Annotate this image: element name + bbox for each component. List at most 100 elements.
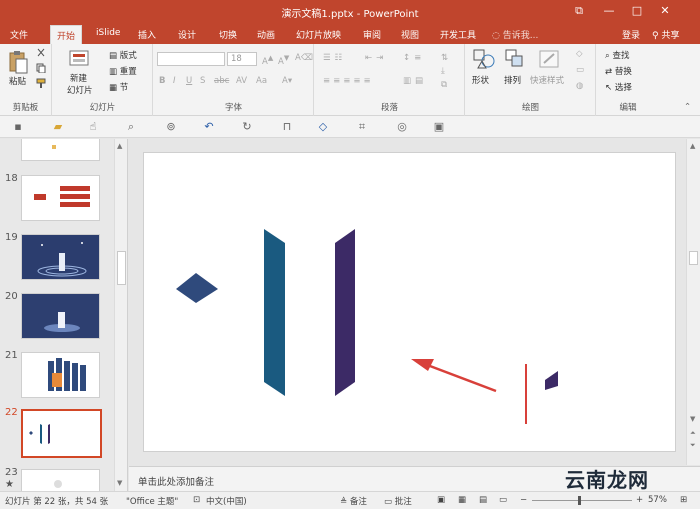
clear-format-icon[interactable]: A⌫ [295,53,313,63]
quick-styles-icon[interactable] [538,48,562,70]
arrange-label[interactable]: 排列 [504,74,521,86]
scroll-down-icon-2[interactable]: ▼ [690,415,695,423]
shape-fill-icon[interactable]: ◇ [576,49,583,59]
slide-thumb-23[interactable] [21,469,100,491]
indent-icon[interactable]: ⇤⇥ [365,53,387,63]
print-preview-icon[interactable]: ⌕ [124,120,138,134]
save-icon[interactable]: ▪ [11,120,25,134]
sorter-view-icon[interactable]: ▦ [458,495,466,505]
zoom-in-icon[interactable]: + [636,495,643,505]
bullets-icon[interactable]: ☰☷ [323,53,346,63]
slide-scrollbar[interactable]: ▲ ▼ ⏶ ⏷ [686,139,700,465]
find-button[interactable]: ⌕ 查找 [605,49,629,61]
section-button[interactable]: ▦ 节 [109,81,128,93]
tab-animations[interactable]: 动画 [251,25,281,44]
scroll-up-icon[interactable]: ▲ [117,142,122,150]
picture-icon[interactable]: ▣ [432,120,446,134]
strikethrough-icon[interactable]: abc [214,76,229,86]
zoom-slider[interactable] [532,500,632,501]
redo-icon[interactable]: ↻ [240,120,254,134]
close-button[interactable]: ✕ [654,3,676,19]
cut-icon[interactable] [36,48,46,58]
slide-scroll-thumb[interactable] [689,251,698,265]
fit-slide-icon[interactable]: ⊞ [680,495,687,505]
slide-thumb-17[interactable] [21,139,100,161]
shapes-label[interactable]: 形状 [472,74,489,86]
select-button[interactable]: ↖ 选择 [605,81,632,93]
slide-scroll-up-icon[interactable]: ▲ [690,142,695,150]
grow-font-icon[interactable]: A▲ [262,53,273,67]
tab-slideshow[interactable]: 幻灯片放映 [290,25,347,44]
login-link[interactable]: 登录 [622,28,640,41]
font-size-select[interactable]: 18 [227,52,257,66]
tab-file[interactable]: 文件 [4,25,34,44]
change-case-icon[interactable]: Aa [256,76,267,86]
tab-islide[interactable]: iSlide [90,25,126,44]
slide-canvas[interactable] [143,152,676,452]
open-folder-icon[interactable]: ▰ [51,120,65,134]
lock-icon[interactable]: ⊓ [280,120,294,134]
tab-review[interactable]: 审阅 [357,25,387,44]
replace-button[interactable]: ⇄ 替换 [605,65,632,77]
font-family-select[interactable] [157,52,225,66]
text-direction-icon[interactable]: ⇅ [441,53,448,63]
paste-icon[interactable] [8,50,28,74]
shadow-icon[interactable]: S [200,76,205,86]
undo-icon[interactable]: ↶ [202,120,216,134]
spellcheck-icon[interactable]: ⊡ [193,495,200,505]
slide-thumb-22[interactable] [21,409,102,458]
underline-icon[interactable]: U [186,76,192,86]
crop-icon[interactable]: ⌗ [355,120,369,134]
minimize-button[interactable]: — [598,3,620,19]
tab-transitions[interactable]: 切换 [213,25,243,44]
normal-view-icon[interactable]: ▣ [437,495,445,505]
copy-icon[interactable] [36,63,46,74]
zoom-level[interactable]: 57% [648,495,667,505]
slide-thumb-21[interactable] [21,352,100,398]
shape-outline-icon[interactable]: ▭ [576,65,584,75]
tab-home[interactable]: 开始 [50,25,83,44]
slide-thumb-18[interactable] [21,175,100,221]
prev-slide-icon[interactable]: ⏶ [690,429,696,438]
shapes-icon[interactable] [472,48,496,70]
shape-effects-icon[interactable]: ◍ [576,81,583,91]
bold-icon[interactable]: B [159,76,165,86]
smartart-icon[interactable]: ⧉ [441,80,447,90]
slideshow-view-icon[interactable]: ▭ [499,495,507,505]
shape-picker-icon[interactable]: ◇ [316,120,330,134]
thumbnail-scrollbar[interactable]: ▲ ▼ [114,139,127,491]
tab-developer[interactable]: 开发工具 [434,25,482,44]
char-spacing-icon[interactable]: AV [236,76,247,86]
share-button[interactable]: ⚲ 共享 [652,28,679,41]
comments-toggle[interactable]: ▭ 批注 [384,495,412,507]
touch-mode-icon[interactable]: ☝ [86,120,100,134]
zoom-slider-thumb[interactable] [578,496,581,505]
quick-styles-label[interactable]: 快速样式 [530,74,564,86]
reading-view-icon[interactable]: ▤ [479,495,487,505]
slide-thumb-20[interactable] [21,293,100,339]
new-slide-icon[interactable] [69,48,91,70]
reset-button[interactable]: ▥ 重置 [109,65,137,77]
font-color-icon[interactable]: A▾ [282,76,292,86]
tab-insert[interactable]: 插入 [132,25,162,44]
scroll-down-icon[interactable]: ▼ [117,479,122,487]
new-slide-label-2[interactable]: 幻灯片 [67,84,93,96]
thumbnail-scroll-thumb[interactable] [117,251,126,285]
notes-toggle[interactable]: ≜ 备注 [340,495,367,507]
layout-button[interactable]: ▤ 版式 [109,49,137,61]
new-slide-label-1[interactable]: 新建 [70,72,87,84]
format-painter-icon[interactable] [36,78,46,88]
columns-icon[interactable]: ▥▤ [403,76,427,86]
merge-shapes-icon[interactable]: ◎ [395,120,409,134]
italic-icon[interactable]: I [173,76,176,86]
next-slide-icon[interactable]: ⏷ [690,441,696,450]
paste-label[interactable]: 粘贴 [9,75,26,87]
language-indicator[interactable]: 中文(中国) [206,495,247,507]
tab-design[interactable]: 设计 [172,25,202,44]
zoom-out-icon[interactable]: − [520,495,527,505]
collapse-ribbon-icon[interactable]: ⌃ [684,102,691,112]
shrink-font-icon[interactable]: A▼ [278,53,289,67]
ribbon-display-icon[interactable]: ⧉ [568,3,590,19]
format-icon[interactable]: ⊚ [164,120,178,134]
line-spacing-icon[interactable]: ↕≡ [403,53,425,63]
